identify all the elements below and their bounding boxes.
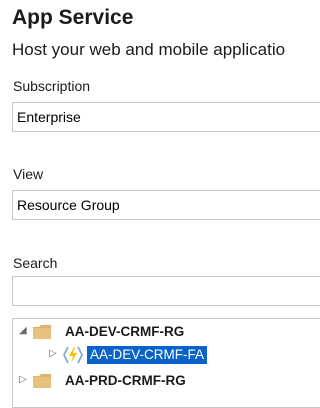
tree-item-label: AA-PRD-CRMF-RG: [65, 373, 186, 388]
view-label: View: [13, 166, 44, 182]
search-label: Search: [13, 255, 58, 271]
subscription-field[interactable]: Enterprise: [12, 102, 320, 132]
dialog-subtitle: Host your web and mobile applicatio: [12, 40, 286, 59]
tree-item-label: AA-DEV-CRMF-RG: [65, 324, 185, 339]
tree-item-label: AA-DEV-CRMF-FA: [87, 346, 208, 364]
resource-tree[interactable]: ◢ AA-DEV-CRMF-RG ▷ AA-DEV-CRMF-FA ▷ AA-P…: [12, 318, 320, 408]
expanded-triangle-icon[interactable]: ◢: [19, 325, 27, 336]
subscription-label: Subscription: [13, 78, 91, 94]
tree-item-group[interactable]: ▷ AA-PRD-CRMF-RG: [13, 371, 313, 393]
tree-item-group[interactable]: ◢ AA-DEV-CRMF-RG: [13, 322, 313, 344]
folder-icon: [33, 374, 51, 388]
function-app-bolt-icon: [63, 346, 83, 364]
search-input[interactable]: [12, 276, 320, 306]
folder-icon: [33, 325, 51, 339]
tree-item-app[interactable]: ▷ AA-DEV-CRMF-FA: [13, 345, 313, 367]
collapsed-triangle-icon[interactable]: ▷: [49, 348, 57, 359]
dialog-title: App Service: [12, 6, 134, 29]
view-field[interactable]: Resource Group: [12, 190, 320, 220]
collapsed-triangle-icon[interactable]: ▷: [19, 374, 27, 385]
